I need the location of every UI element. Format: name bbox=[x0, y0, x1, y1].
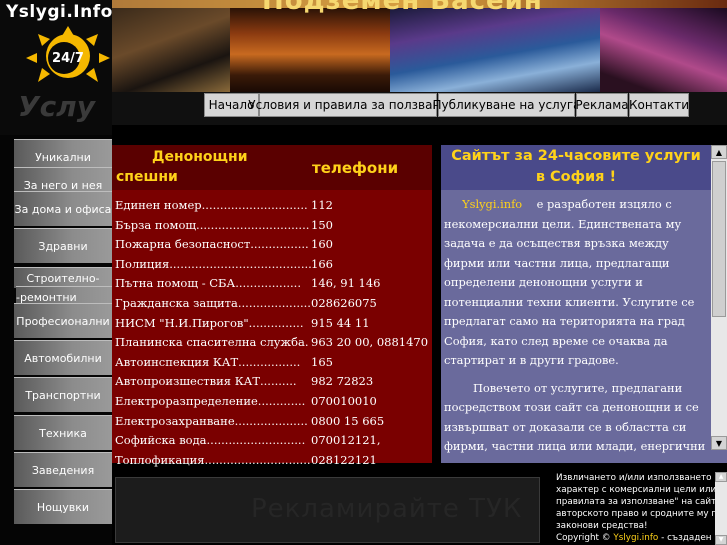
emergency-row: Електроразпределение............. 0700100… bbox=[112, 392, 432, 411]
banner-photo-pool bbox=[390, 8, 600, 92]
sun-logo-icon: 24/7 bbox=[26, 26, 110, 82]
header-banner: Подземен Басейн bbox=[112, 0, 727, 92]
emergency-service-name: Софийска вода........................... bbox=[115, 433, 306, 448]
logo-badge: 24/7 bbox=[52, 51, 84, 66]
emergency-service-name: Бърза помощ.............................… bbox=[115, 217, 310, 232]
about-title-line1: Сайтът за 24-часовите услуги bbox=[451, 148, 701, 164]
banner-photo-left bbox=[112, 8, 230, 92]
emergency-phones-panel: Денонощни спешни телефони Единен номер..… bbox=[112, 145, 432, 467]
emergency-service-name: Електрозахранване.................... bbox=[115, 413, 308, 428]
emergency-phone-number: 166 bbox=[311, 256, 333, 271]
footer-line-5: законови средства! bbox=[556, 521, 648, 531]
emergency-service-name: Гражданска защита.................... bbox=[115, 296, 311, 310]
emergency-phone-number: 915 44 11 bbox=[311, 315, 370, 330]
footer-scrollbar[interactable]: ▲ ▼ bbox=[715, 472, 727, 545]
emergency-title-line2: спешни bbox=[116, 169, 178, 185]
emergency-row: Автоинспекция КАТ................. 165 bbox=[112, 353, 432, 372]
sidebar-item-transport[interactable]: Транспортни bbox=[14, 377, 112, 412]
about-title-line2: в София ! bbox=[535, 169, 617, 185]
emergency-title-line1: Денонощни bbox=[152, 149, 248, 165]
emergency-service-name: Топлофикация............................… bbox=[115, 452, 311, 467]
emergency-service-name: Единен номер............................… bbox=[115, 198, 308, 212]
sidebar-item-venues[interactable]: Заведения bbox=[14, 452, 112, 487]
emergency-phone-number: 028626075 bbox=[311, 296, 377, 310]
sidebar-item-lodging[interactable]: Нощувки bbox=[14, 489, 112, 524]
emergency-row: Електрозахранване.................... 080… bbox=[112, 412, 432, 431]
nav-terms[interactable]: Условия и правила за ползване bbox=[248, 93, 448, 117]
scroll-up-icon[interactable]: ▲ bbox=[711, 145, 727, 159]
emergency-row: Полиция.................................… bbox=[112, 255, 432, 274]
footer-line-3: правилата за използване" на сайта, е пре bbox=[556, 497, 727, 507]
logo-site-name: Yslygi.Info bbox=[6, 2, 112, 22]
emergency-title-phones: телефони bbox=[312, 159, 399, 177]
footer-copyright: Copyright © Yslygi.info - създаден през … bbox=[556, 532, 727, 544]
nav-advertising[interactable]: Реклама bbox=[575, 93, 629, 117]
emergency-service-name: Автоинспекция КАТ................. bbox=[115, 354, 301, 369]
emergency-service-name: Пътна помощ - СБА.................. bbox=[115, 276, 301, 291]
footer-scroll-up-icon[interactable]: ▲ bbox=[715, 472, 727, 482]
emergency-service-name: Автопроизшествия КАТ.......... bbox=[115, 374, 297, 389]
emergency-phone-number: 0800 15 665 bbox=[311, 413, 385, 428]
sidebar-item-professional[interactable]: Професионални bbox=[14, 303, 112, 338]
emergency-row: Пътна помощ - СБА.................. 146, … bbox=[112, 274, 432, 293]
about-site-ref: Yslygi.info bbox=[462, 197, 523, 211]
emergency-service-name: Полиция.................................… bbox=[115, 256, 312, 271]
ad-text: Рекламирайте ТУК bbox=[251, 494, 523, 524]
sidebar-item-health[interactable]: Здравни bbox=[14, 228, 112, 263]
emergency-row: Бърза помощ.............................… bbox=[112, 216, 432, 235]
footer-line-4: авторското право и сродните му права и д bbox=[556, 509, 727, 519]
nav-publish-service[interactable]: Публикуване на услуга bbox=[433, 93, 580, 117]
footer-legal: Извличането и/или използването на инфо х… bbox=[556, 472, 727, 545]
emergency-row: Автопроизшествия КАТ.......... 982 72823 bbox=[112, 372, 432, 391]
emergency-row: Топлофикация............................… bbox=[112, 451, 432, 470]
emergency-phone-number: 165 bbox=[311, 354, 333, 369]
scroll-down-icon[interactable]: ▼ bbox=[711, 436, 727, 450]
footer-line-2: характер с комерсиални цели или цели, р bbox=[556, 485, 727, 495]
site-logo[interactable]: Yslygi.Info 24/7 Услу bbox=[0, 0, 112, 135]
about-scroll-thumb[interactable] bbox=[712, 161, 726, 317]
emergency-phone-number: 982 72823 bbox=[311, 374, 374, 389]
emergency-phone-number: 963 20 00, 0881470 bbox=[311, 335, 429, 350]
emergency-phone-number: 146, 91 146 bbox=[311, 276, 381, 291]
emergency-row: НИСМ "Н.И.Пирогов"............... 915 44 … bbox=[112, 314, 432, 333]
about-text: Yslygi.info е разработен изцяло с некоме… bbox=[444, 195, 709, 463]
emergency-phone-number: 070010010 bbox=[311, 394, 377, 408]
emergency-phone-number: 150 bbox=[311, 217, 333, 232]
copyright-site-link[interactable]: Yslygi.info bbox=[613, 533, 658, 543]
emergency-phone-number: 160 bbox=[311, 237, 333, 252]
about-header: Сайтът за 24-часовите услуги в София ! bbox=[441, 145, 711, 190]
emergency-service-name: НИСМ "Н.И.Пирогов"............... bbox=[115, 315, 304, 330]
category-sidebar: Уникални За него и нея За дома и офиса З… bbox=[0, 135, 114, 545]
emergency-row: Софийска вода...........................… bbox=[112, 431, 432, 450]
emergency-row: Единен номер............................… bbox=[112, 196, 432, 215]
emergency-service-name: Електроразпределение............. bbox=[115, 394, 306, 408]
emergency-phone-number: 028122121 bbox=[311, 452, 377, 467]
banner-photo-center bbox=[230, 8, 390, 92]
about-scrollbar[interactable]: ▲ ▼ bbox=[711, 145, 727, 450]
top-nav: Начало Условия и правила за ползване Пуб… bbox=[112, 92, 727, 125]
sidebar-item-construction-1[interactable]: Строително- bbox=[14, 267, 112, 288]
emergency-service-name: Планинска спасителна служба. bbox=[115, 335, 309, 350]
logo-ghost-text: Услу bbox=[18, 90, 95, 123]
emergency-row: Пожарна безопасност................ 160 bbox=[112, 235, 432, 254]
nav-contacts[interactable]: Контакти bbox=[629, 93, 689, 117]
emergency-phone-number: 112 bbox=[311, 198, 333, 212]
emergency-service-name: Пожарна безопасност................ bbox=[115, 237, 309, 252]
about-panel: Сайтът за 24-часовите услуги в София ! Y… bbox=[441, 145, 727, 463]
banner-headline: Подземен Басейн bbox=[262, 0, 543, 16]
sidebar-item-home-office[interactable]: За дома и офиса bbox=[14, 191, 112, 226]
ad-banner[interactable]: Рекламирайте ТУК bbox=[115, 477, 540, 543]
emergency-row: Гражданска защита.................... 028… bbox=[112, 294, 432, 313]
footer-line-1: Извличането и/или използването на инфо bbox=[556, 473, 727, 483]
emergency-phone-number: 070012121, bbox=[311, 433, 381, 448]
sidebar-item-tech[interactable]: Техника bbox=[14, 415, 112, 450]
sidebar-item-auto[interactable]: Автомобилни bbox=[14, 340, 112, 375]
banner-photo-right bbox=[600, 8, 727, 92]
emergency-row: Планинска спасителна служба. 963 20 00, 0… bbox=[112, 333, 432, 352]
about-paragraph-1: е разработен изцяло с некомерсиални цели… bbox=[444, 197, 695, 367]
copyright-prefix: Copyright © bbox=[556, 533, 611, 543]
about-paragraph-2: Повечето от услугите, предлагани посредс… bbox=[444, 380, 706, 464]
emergency-header: Денонощни спешни телефони bbox=[112, 145, 432, 190]
footer-scroll-down-icon[interactable]: ▼ bbox=[715, 535, 727, 545]
